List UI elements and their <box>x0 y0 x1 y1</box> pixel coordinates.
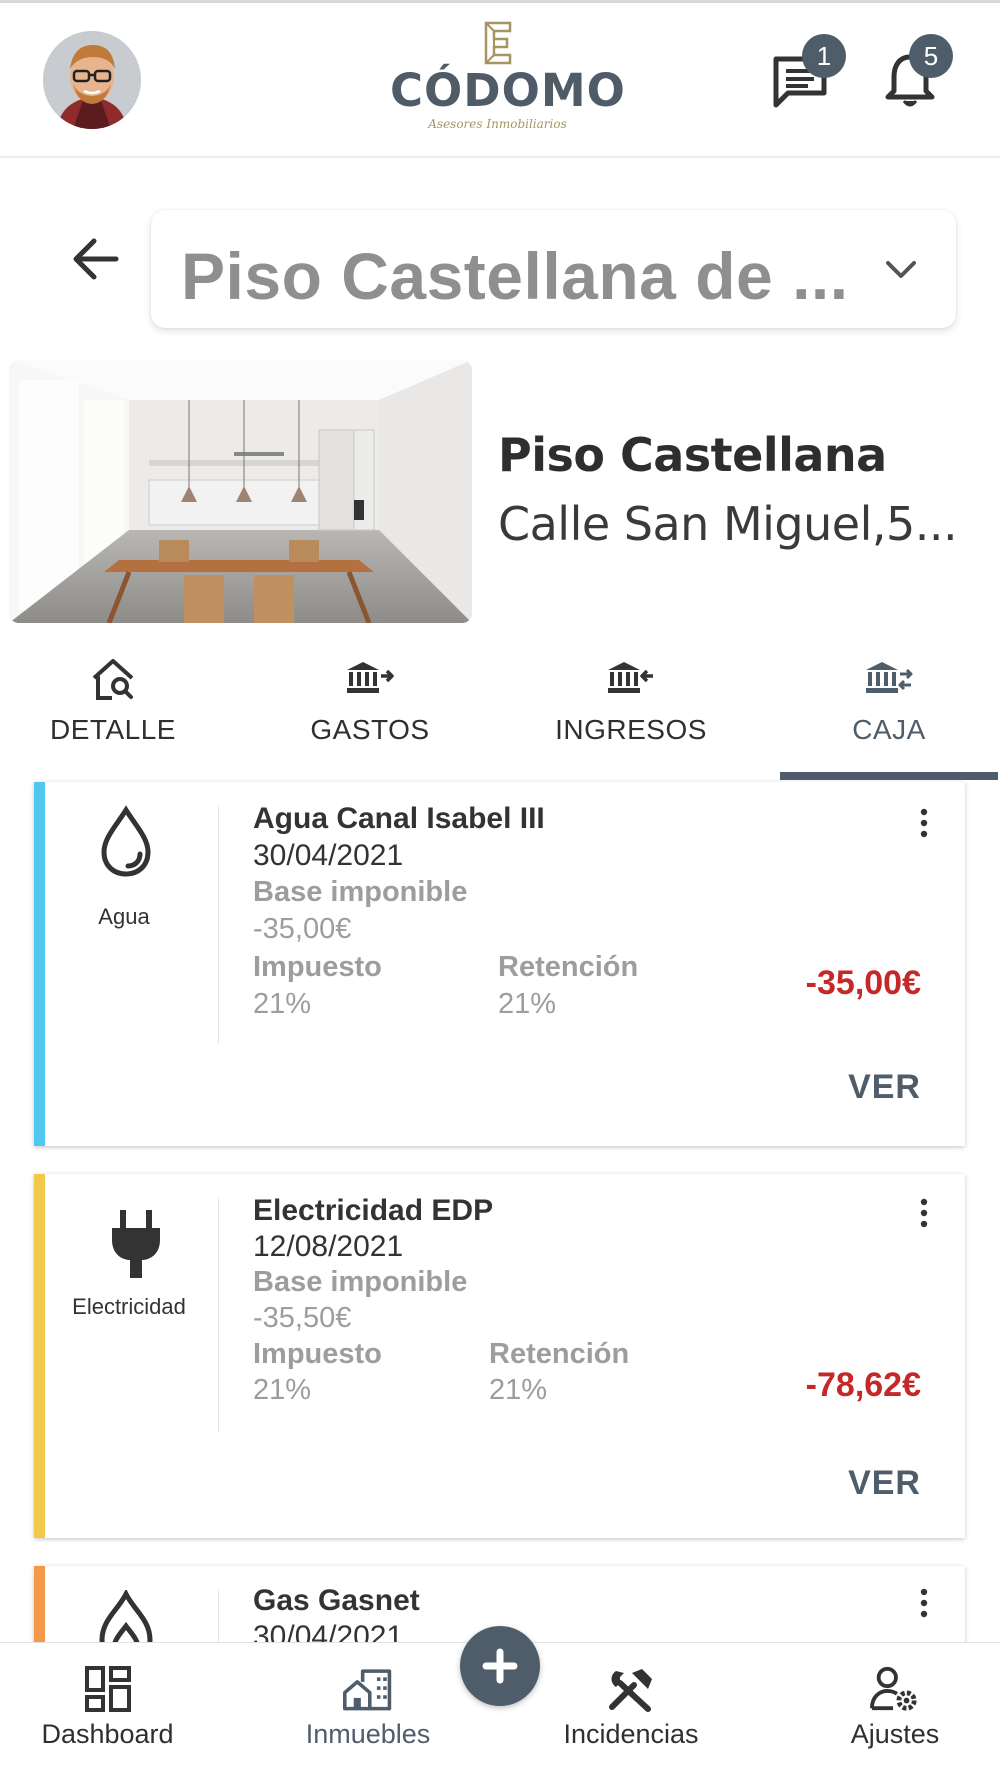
logo-tagline: Asesores Inmobiliarios <box>428 117 567 131</box>
tools-icon <box>609 1669 652 1712</box>
category-stripe <box>34 782 45 1146</box>
buildings-icon <box>343 1669 392 1711</box>
tax-value: 21% <box>253 988 312 1020</box>
nav-dashboard[interactable]: Dashboard <box>0 1643 215 1778</box>
view-button[interactable]: VER <box>848 1464 921 1503</box>
brand-logo: CÓDOMO Asesores Inmobiliarios <box>390 21 626 143</box>
app-screen: CÓDOMO Asesores Inmobiliarios 1 5 Piso C <box>0 0 1000 1778</box>
entry-title: Electricidad EDP <box>253 1194 494 1227</box>
entry-date: 30/04/2021 <box>253 839 404 872</box>
category-stripe <box>34 1174 45 1538</box>
base-value: -35,00€ <box>253 913 352 945</box>
category-label: Electricidad <box>72 1294 186 1319</box>
power-plug-icon <box>112 1210 160 1278</box>
list-item[interactable]: Electricidad Electricidad EDP 12/08/2021… <box>34 1174 965 1538</box>
tab-gastos[interactable]: GASTOS <box>257 648 483 780</box>
more-options-icon[interactable] <box>919 1588 929 1618</box>
retention-value: 21% <box>489 1374 548 1406</box>
water-drop-icon <box>101 805 151 877</box>
entry-date: 12/08/2021 <box>253 1230 404 1263</box>
app-header: CÓDOMO Asesores Inmobiliarios 1 5 <box>0 0 1000 158</box>
list-item[interactable]: Agua Agua Canal Isabel III 30/04/2021 Ba… <box>34 782 965 1146</box>
entry-amount: -35,00€ <box>805 964 921 1002</box>
nav-inmuebles[interactable]: Inmuebles <box>268 1643 468 1778</box>
entry-title: Agua Canal Isabel III <box>253 802 545 835</box>
logo-mark-icon <box>484 21 511 65</box>
base-label: Base imponible <box>253 1266 468 1298</box>
category-label: Agua <box>98 904 150 929</box>
user-settings-icon <box>870 1666 917 1711</box>
logo-wordmark: CÓDOMO <box>390 64 626 117</box>
active-tab-indicator <box>780 772 998 780</box>
retention-label: Retención <box>489 1338 630 1370</box>
more-options-icon[interactable] <box>919 808 929 838</box>
property-selector-value: Piso Castellana de ... <box>181 239 849 313</box>
tab-caja[interactable]: CAJA <box>778 648 1000 780</box>
retention-label: Retención <box>498 951 639 983</box>
tax-label: Impuesto <box>253 951 382 983</box>
avatar[interactable] <box>43 31 141 129</box>
tab-gastos-label: GASTOS <box>310 714 430 745</box>
base-value: -35,50€ <box>253 1302 352 1334</box>
nav-ajustes[interactable]: Ajustes <box>830 1643 960 1778</box>
property-selector[interactable]: Piso Castellana de ... <box>151 210 956 328</box>
chevron-down-icon <box>886 261 916 278</box>
property-photo <box>9 360 472 623</box>
add-button[interactable] <box>460 1626 540 1706</box>
bank-transfer-icon <box>866 662 913 693</box>
tab-detalle[interactable]: DETALLE <box>0 648 226 780</box>
base-label: Base imponible <box>253 876 468 908</box>
view-button[interactable]: VER <box>848 1068 921 1107</box>
more-options-icon[interactable] <box>919 1198 929 1228</box>
tab-ingresos[interactable]: INGRESOS <box>518 648 744 780</box>
entry-amount: -78,62€ <box>805 1366 921 1404</box>
tab-detalle-label: DETALLE <box>50 714 176 745</box>
tax-value: 21% <box>253 1374 312 1406</box>
entry-title: Gas Gasnet <box>253 1584 420 1617</box>
card-divider <box>218 1198 219 1432</box>
retention-value: 21% <box>498 988 557 1020</box>
property-address: Calle San Miguel,5... <box>498 497 958 551</box>
nav-inmuebles-label: Inmuebles <box>305 1719 431 1749</box>
nav-ajustes-label: Ajustes <box>850 1719 940 1749</box>
dashboard-icon <box>84 1666 131 1712</box>
property-name: Piso Castellana <box>498 428 887 482</box>
house-search-icon <box>92 659 134 700</box>
tab-ingresos-label: INGRESOS <box>555 714 707 745</box>
tab-caja-label: CAJA <box>852 714 926 745</box>
arrow-left-icon <box>73 238 119 280</box>
nav-dashboard-label: Dashboard <box>41 1719 174 1749</box>
nav-incidencias[interactable]: Incidencias <box>545 1643 717 1778</box>
nav-incidencias-label: Incidencias <box>563 1719 699 1749</box>
bank-in-icon <box>608 662 653 693</box>
messages-badge: 1 <box>802 34 846 78</box>
tab-bar: DETALLE GASTOS INGRESOS CAJA <box>0 648 1000 780</box>
plus-icon <box>482 1648 518 1684</box>
bank-out-icon <box>347 662 394 693</box>
card-divider <box>218 806 219 1044</box>
back-button[interactable] <box>70 236 126 286</box>
notifications-badge: 5 <box>909 34 953 78</box>
tax-label: Impuesto <box>253 1338 382 1370</box>
